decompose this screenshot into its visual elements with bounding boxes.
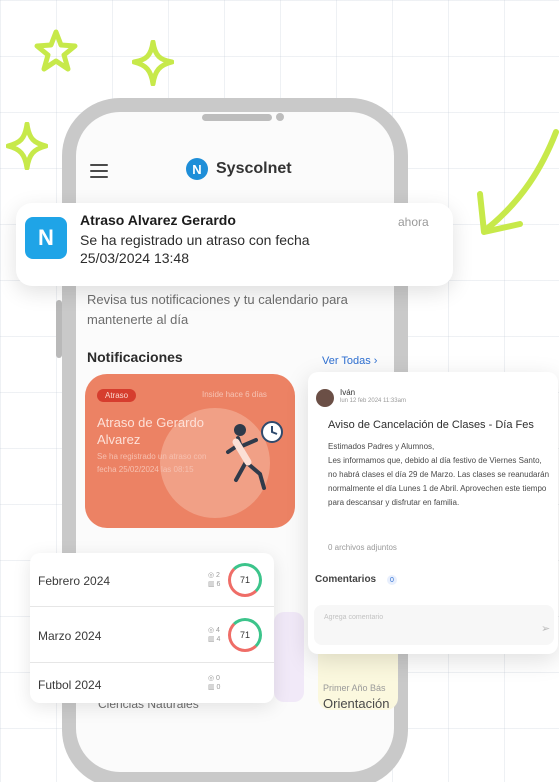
attendance-count: ◎ 4 ▥ 4 xyxy=(208,626,220,644)
app-notification-icon: N xyxy=(25,217,67,259)
absence-count: ◎ 2 xyxy=(208,572,220,579)
card-title: Atraso de Gerardo Alvarez xyxy=(97,415,204,447)
push-message-date: 25/03/2024 13:48 xyxy=(80,250,189,266)
attendance-count: ◎ 2 ▥ 6 xyxy=(208,571,220,589)
message-author: Iván xyxy=(340,388,356,397)
send-icon[interactable]: ➢ xyxy=(541,622,550,635)
intro-text: Revisa tus notificaciones y tu calendari… xyxy=(87,292,348,327)
attendance-count: ◎ 0 ▥ 0 xyxy=(208,674,220,692)
push-title: Atraso Alvarez Gerardo xyxy=(80,212,236,228)
list-item[interactable]: Marzo 2024 ◎ 4 ▥ 4 71 xyxy=(30,610,274,660)
comments-heading: Comentarios xyxy=(315,574,377,585)
absence-count: ◎ 4 xyxy=(208,627,220,634)
attachments-link[interactable]: 0 archivos adjuntos xyxy=(328,543,397,552)
month-label: Febrero 2024 xyxy=(38,574,111,588)
app-brand: N Syscolnet xyxy=(186,158,292,180)
absence-count: ◎ 0 xyxy=(208,675,220,682)
message-date: lun 12 feb 2024 11:33am xyxy=(340,398,406,404)
card-body: Se ha registrado un atraso con fecha 25/… xyxy=(97,452,207,474)
course-card-bg xyxy=(274,612,304,702)
sparkle-icon xyxy=(132,40,174,86)
notifications-heading: Notificaciones xyxy=(87,349,183,365)
star-outline-icon xyxy=(34,29,78,72)
list-item[interactable]: Febrero 2024 ◎ 2 ▥ 6 71 xyxy=(30,555,274,605)
message-text: Les informamos que, debido al día festiv… xyxy=(328,456,550,507)
phone-speaker xyxy=(202,114,272,121)
month-label: Marzo 2024 xyxy=(38,629,102,643)
card-timestamp: Inside hace 6 días xyxy=(202,390,267,399)
delay-count: ▥ 6 xyxy=(208,581,221,588)
view-all-link[interactable]: Ver Todas › xyxy=(322,355,377,367)
push-time: ahora xyxy=(398,215,429,229)
running-person-illustration xyxy=(226,421,283,490)
arrow-icon xyxy=(477,129,559,235)
phone-camera xyxy=(276,113,284,121)
divider xyxy=(30,662,274,663)
divider xyxy=(30,606,274,607)
month-label: Futbol 2024 xyxy=(38,678,102,692)
sparkle-icon xyxy=(6,122,48,170)
course-level: Primer Año Bás xyxy=(323,683,386,693)
avatar xyxy=(316,389,334,407)
score-ring: 71 xyxy=(228,563,262,597)
app-logo-icon: N xyxy=(186,158,208,180)
message-title: Aviso de Cancelación de Clases - Día Fes xyxy=(328,419,534,431)
delay-count: ▥ 4 xyxy=(208,636,221,643)
phone-button xyxy=(56,300,62,358)
push-message: Se ha registrado un atraso con fecha xyxy=(80,232,310,248)
list-item[interactable]: Futbol 2024 ◎ 0 ▥ 0 xyxy=(30,664,274,714)
comments-count-badge: 0 xyxy=(387,575,397,585)
status-badge: Atraso xyxy=(97,389,137,402)
comment-input-placeholder: Agrega comentario xyxy=(324,614,384,621)
course-name: Orientación xyxy=(323,696,390,711)
score-ring: 71 xyxy=(228,618,262,652)
delay-count: ▥ 0 xyxy=(208,684,221,691)
app-name: Syscolnet xyxy=(216,160,292,177)
message-greeting: Estimados Padres y Alumnos, xyxy=(328,442,435,451)
comment-input[interactable] xyxy=(314,605,554,645)
menu-icon[interactable] xyxy=(90,164,108,178)
message-body: Estimados Padres y Alumnos, Les informam… xyxy=(328,440,550,510)
